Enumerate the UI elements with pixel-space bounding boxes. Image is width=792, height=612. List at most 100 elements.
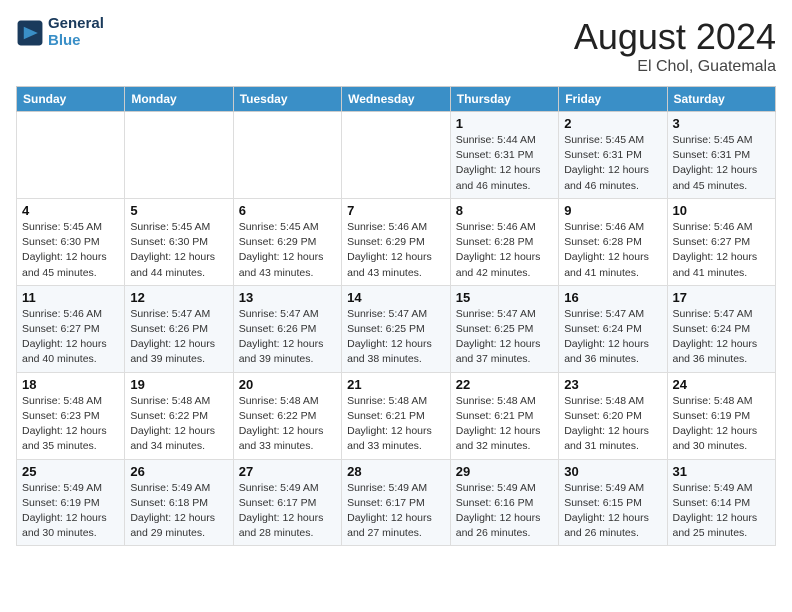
day-number: 20 xyxy=(239,377,336,392)
calendar-cell: 12 Sunrise: 5:47 AM Sunset: 6:26 PM Dayli… xyxy=(125,285,233,372)
calendar-cell xyxy=(233,112,341,199)
day-info: Sunrise: 5:48 AM Sunset: 6:21 PM Dayligh… xyxy=(456,394,553,455)
day-number: 25 xyxy=(22,464,119,479)
day-number: 27 xyxy=(239,464,336,479)
calendar-cell: 11 Sunrise: 5:46 AM Sunset: 6:27 PM Dayli… xyxy=(17,285,125,372)
calendar-table: SundayMondayTuesdayWednesdayThursdayFrid… xyxy=(16,86,776,546)
calendar-cell: 8Sunrise: 5:46 AM Sunset: 6:28 PM Daylig… xyxy=(450,198,558,285)
day-info: Sunrise: 5:46 AM Sunset: 6:27 PM Dayligh… xyxy=(22,307,119,368)
weekday-header-row: SundayMondayTuesdayWednesdayThursdayFrid… xyxy=(17,87,776,112)
calendar-cell: 31Sunrise: 5:49 AM Sunset: 6:14 PM Dayli… xyxy=(667,459,776,546)
weekday-header-wednesday: Wednesday xyxy=(342,87,451,112)
day-number: 7 xyxy=(347,203,445,218)
calendar-cell: 10 Sunrise: 5:46 AM Sunset: 6:27 PM Dayli… xyxy=(667,198,776,285)
day-info: Sunrise: 5:48 AM Sunset: 6:21 PM Dayligh… xyxy=(347,394,445,455)
day-info: Sunrise: 5:45 AM Sunset: 6:30 PM Dayligh… xyxy=(22,220,119,281)
calendar-cell: 13Sunrise: 5:47 AM Sunset: 6:26 PM Dayli… xyxy=(233,285,341,372)
logo-text: General Blue xyxy=(48,16,104,49)
day-info: Sunrise: 5:46 AM Sunset: 6:29 PM Dayligh… xyxy=(347,220,445,281)
day-number: 18 xyxy=(22,377,119,392)
day-number: 1 xyxy=(456,116,553,131)
day-number: 29 xyxy=(456,464,553,479)
day-number: 6 xyxy=(239,203,336,218)
calendar-cell: 15 Sunrise: 5:47 AM Sunset: 6:25 PM Dayli… xyxy=(450,285,558,372)
calendar-cell: 24Sunrise: 5:48 AM Sunset: 6:19 PM Dayli… xyxy=(667,372,776,459)
day-info: Sunrise: 5:45 AM Sunset: 6:31 PM Dayligh… xyxy=(564,133,661,194)
title-block: August 2024 El Chol, Guatemala xyxy=(574,16,776,76)
calendar-cell xyxy=(342,112,451,199)
calendar-cell: 19 Sunrise: 5:48 AM Sunset: 6:22 PM Dayli… xyxy=(125,372,233,459)
calendar-week-1: 1 Sunrise: 5:44 AM Sunset: 6:31 PM Daylig… xyxy=(17,112,776,199)
day-info: Sunrise: 5:49 AM Sunset: 6:17 PM Dayligh… xyxy=(239,481,336,542)
calendar-cell: 21Sunrise: 5:48 AM Sunset: 6:21 PM Dayli… xyxy=(342,372,451,459)
day-number: 15 xyxy=(456,290,553,305)
day-info: Sunrise: 5:48 AM Sunset: 6:23 PM Dayligh… xyxy=(22,394,119,455)
day-number: 22 xyxy=(456,377,553,392)
calendar-week-5: 25 Sunrise: 5:49 AM Sunset: 6:19 PM Dayli… xyxy=(17,459,776,546)
day-info: Sunrise: 5:48 AM Sunset: 6:22 PM Dayligh… xyxy=(130,394,227,455)
day-number: 2 xyxy=(564,116,661,131)
weekday-header-thursday: Thursday xyxy=(450,87,558,112)
calendar-cell xyxy=(17,112,125,199)
calendar-cell: 20 Sunrise: 5:48 AM Sunset: 6:22 PM Dayli… xyxy=(233,372,341,459)
day-number: 12 xyxy=(130,290,227,305)
day-info: Sunrise: 5:46 AM Sunset: 6:28 PM Dayligh… xyxy=(456,220,553,281)
day-number: 14 xyxy=(347,290,445,305)
day-info: Sunrise: 5:44 AM Sunset: 6:31 PM Dayligh… xyxy=(456,133,553,194)
location-subtitle: El Chol, Guatemala xyxy=(574,58,776,76)
day-info: Sunrise: 5:47 AM Sunset: 6:26 PM Dayligh… xyxy=(130,307,227,368)
day-info: Sunrise: 5:48 AM Sunset: 6:22 PM Dayligh… xyxy=(239,394,336,455)
day-info: Sunrise: 5:47 AM Sunset: 6:24 PM Dayligh… xyxy=(564,307,661,368)
day-number: 11 xyxy=(22,290,119,305)
day-number: 28 xyxy=(347,464,445,479)
calendar-cell xyxy=(125,112,233,199)
calendar-cell: 6 Sunrise: 5:45 AM Sunset: 6:29 PM Daylig… xyxy=(233,198,341,285)
day-number: 4 xyxy=(22,203,119,218)
calendar-cell: 18 Sunrise: 5:48 AM Sunset: 6:23 PM Dayli… xyxy=(17,372,125,459)
day-info: Sunrise: 5:47 AM Sunset: 6:25 PM Dayligh… xyxy=(456,307,553,368)
calendar-cell: 5 Sunrise: 5:45 AM Sunset: 6:30 PM Daylig… xyxy=(125,198,233,285)
weekday-header-monday: Monday xyxy=(125,87,233,112)
weekday-header-friday: Friday xyxy=(559,87,667,112)
day-number: 19 xyxy=(130,377,227,392)
day-info: Sunrise: 5:49 AM Sunset: 6:15 PM Dayligh… xyxy=(564,481,661,542)
calendar-week-2: 4 Sunrise: 5:45 AM Sunset: 6:30 PM Daylig… xyxy=(17,198,776,285)
calendar-cell: 30 Sunrise: 5:49 AM Sunset: 6:15 PM Dayli… xyxy=(559,459,667,546)
calendar-cell: 1 Sunrise: 5:44 AM Sunset: 6:31 PM Daylig… xyxy=(450,112,558,199)
calendar-week-3: 11 Sunrise: 5:46 AM Sunset: 6:27 PM Dayli… xyxy=(17,285,776,372)
day-number: 9 xyxy=(564,203,661,218)
day-number: 10 xyxy=(673,203,771,218)
day-info: Sunrise: 5:46 AM Sunset: 6:28 PM Dayligh… xyxy=(564,220,661,281)
month-year-title: August 2024 xyxy=(574,16,776,58)
day-info: Sunrise: 5:48 AM Sunset: 6:20 PM Dayligh… xyxy=(564,394,661,455)
calendar-cell: 29 Sunrise: 5:49 AM Sunset: 6:16 PM Dayli… xyxy=(450,459,558,546)
day-info: Sunrise: 5:48 AM Sunset: 6:19 PM Dayligh… xyxy=(673,394,771,455)
day-info: Sunrise: 5:49 AM Sunset: 6:19 PM Dayligh… xyxy=(22,481,119,542)
calendar-cell: 7 Sunrise: 5:46 AM Sunset: 6:29 PM Daylig… xyxy=(342,198,451,285)
calendar-cell: 27 Sunrise: 5:49 AM Sunset: 6:17 PM Dayli… xyxy=(233,459,341,546)
calendar-week-4: 18 Sunrise: 5:48 AM Sunset: 6:23 PM Dayli… xyxy=(17,372,776,459)
calendar-cell: 22 Sunrise: 5:48 AM Sunset: 6:21 PM Dayli… xyxy=(450,372,558,459)
calendar-cell: 25 Sunrise: 5:49 AM Sunset: 6:19 PM Dayli… xyxy=(17,459,125,546)
day-info: Sunrise: 5:46 AM Sunset: 6:27 PM Dayligh… xyxy=(673,220,771,281)
day-info: Sunrise: 5:47 AM Sunset: 6:25 PM Dayligh… xyxy=(347,307,445,368)
day-info: Sunrise: 5:49 AM Sunset: 6:17 PM Dayligh… xyxy=(347,481,445,542)
calendar-cell: 14 Sunrise: 5:47 AM Sunset: 6:25 PM Dayli… xyxy=(342,285,451,372)
calendar-cell: 26Sunrise: 5:49 AM Sunset: 6:18 PM Dayli… xyxy=(125,459,233,546)
day-number: 17 xyxy=(673,290,771,305)
weekday-header-sunday: Sunday xyxy=(17,87,125,112)
weekday-header-tuesday: Tuesday xyxy=(233,87,341,112)
calendar-cell: 23 Sunrise: 5:48 AM Sunset: 6:20 PM Dayli… xyxy=(559,372,667,459)
day-number: 13 xyxy=(239,290,336,305)
day-number: 30 xyxy=(564,464,661,479)
day-number: 5 xyxy=(130,203,227,218)
day-number: 31 xyxy=(673,464,771,479)
day-number: 23 xyxy=(564,377,661,392)
logo-icon xyxy=(16,19,44,47)
day-info: Sunrise: 5:49 AM Sunset: 6:16 PM Dayligh… xyxy=(456,481,553,542)
day-info: Sunrise: 5:45 AM Sunset: 6:30 PM Dayligh… xyxy=(130,220,227,281)
day-info: Sunrise: 5:49 AM Sunset: 6:18 PM Dayligh… xyxy=(130,481,227,542)
calendar-cell: 17Sunrise: 5:47 AM Sunset: 6:24 PM Dayli… xyxy=(667,285,776,372)
calendar-cell: 28 Sunrise: 5:49 AM Sunset: 6:17 PM Dayli… xyxy=(342,459,451,546)
day-info: Sunrise: 5:45 AM Sunset: 6:29 PM Dayligh… xyxy=(239,220,336,281)
